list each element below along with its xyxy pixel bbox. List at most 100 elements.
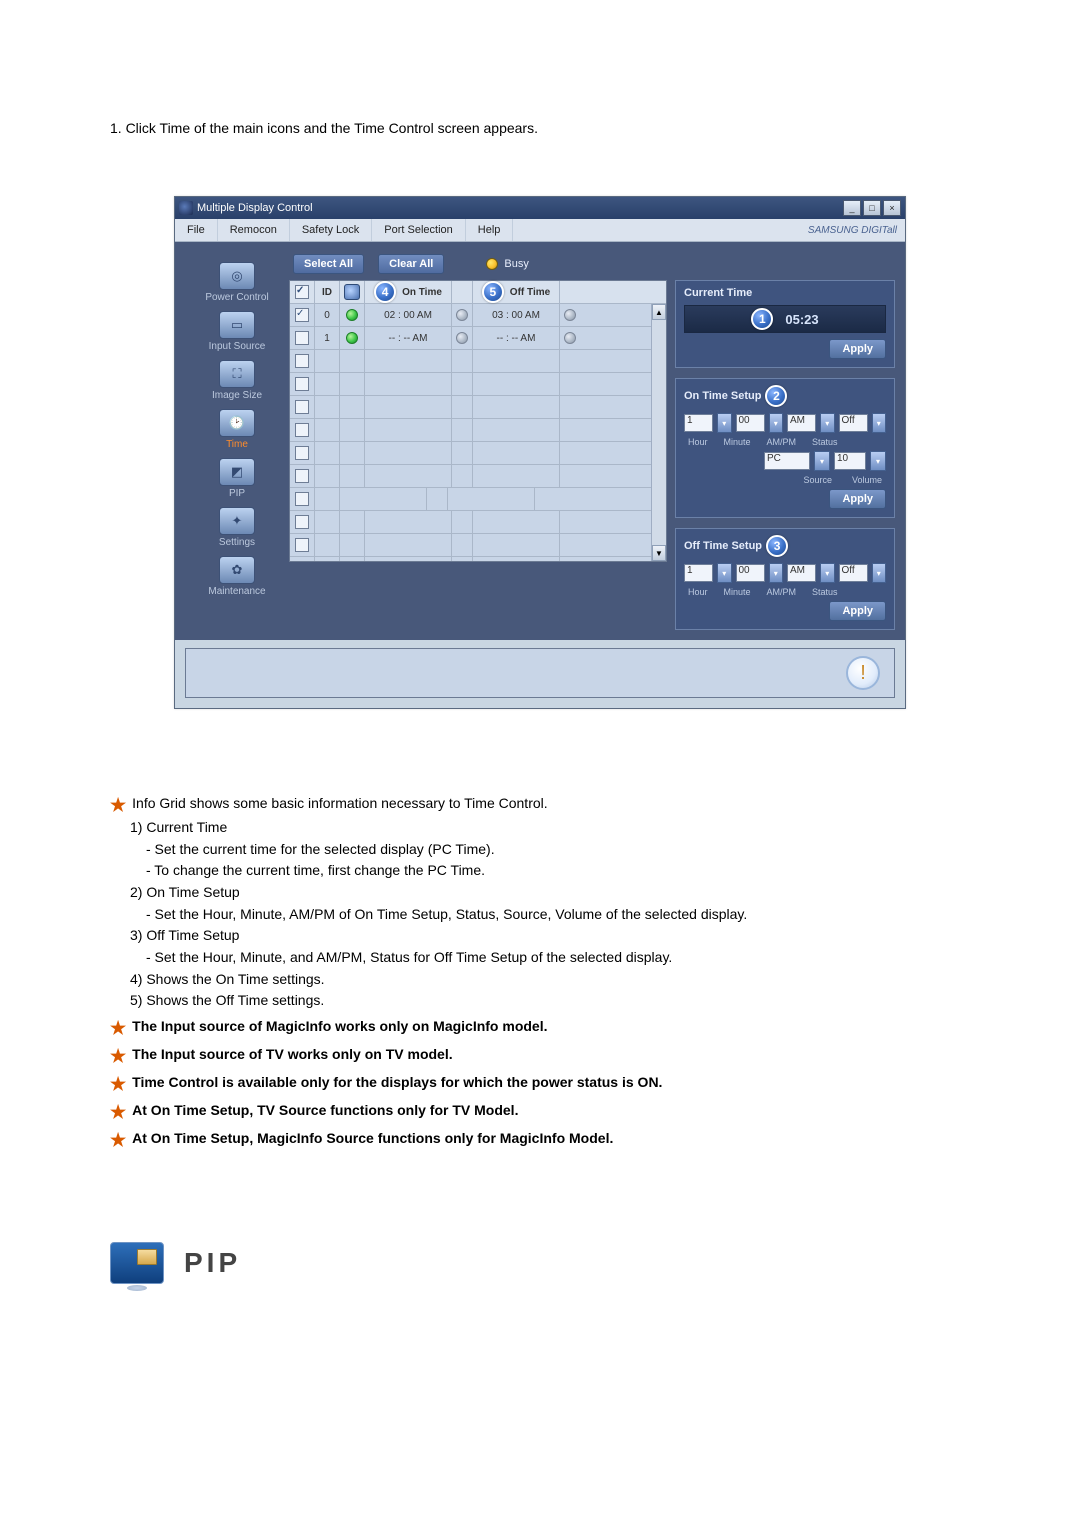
apply-off-time-button[interactable]: Apply bbox=[829, 601, 886, 621]
off-time-status-input[interactable]: Off bbox=[839, 564, 868, 582]
note-magicinfo-source: The Input source of MagicInfo works only… bbox=[132, 1018, 547, 1034]
dropdown-icon[interactable]: ▾ bbox=[769, 563, 783, 583]
star-icon: ★ bbox=[110, 1099, 126, 1127]
ampm-label: AM/PM bbox=[767, 587, 797, 597]
sidebar-item-maintenance[interactable]: ✿ Maintenance bbox=[187, 552, 287, 599]
sidebar-item-image-size[interactable]: ⛶ Image Size bbox=[187, 356, 287, 403]
menu-safety-lock[interactable]: Safety Lock bbox=[290, 219, 372, 241]
dropdown-icon[interactable]: ▾ bbox=[769, 413, 783, 433]
power-status-header-icon bbox=[344, 284, 360, 300]
notes-section: ★ Info Grid shows some basic information … bbox=[110, 789, 970, 1152]
apply-current-time-button[interactable]: Apply bbox=[829, 339, 886, 359]
row-checkbox[interactable] bbox=[295, 446, 309, 460]
table-row bbox=[290, 419, 666, 442]
select-all-button[interactable]: Select All bbox=[293, 254, 364, 274]
hour-label: Hour bbox=[688, 587, 708, 597]
table-row bbox=[290, 534, 666, 557]
scroll-down-icon[interactable]: ▼ bbox=[652, 545, 666, 561]
row-checkbox[interactable] bbox=[295, 331, 309, 345]
maintenance-icon: ✿ bbox=[219, 556, 255, 584]
close-button[interactable]: × bbox=[883, 200, 901, 216]
on-time-status-input[interactable]: Off bbox=[839, 414, 868, 432]
table-row bbox=[290, 557, 666, 561]
on-time-hour-input[interactable]: 1 bbox=[684, 414, 713, 432]
app-window: Multiple Display Control _ □ × File Remo… bbox=[174, 196, 906, 709]
note-tv-source: The Input source of TV works only on TV … bbox=[132, 1046, 452, 1062]
dropdown-icon[interactable]: ▾ bbox=[872, 413, 886, 433]
row-checkbox[interactable] bbox=[295, 492, 309, 506]
note-on-time-a: - Set the Hour, Minute, AM/PM of On Time… bbox=[146, 904, 970, 926]
dropdown-icon[interactable]: ▾ bbox=[820, 413, 834, 433]
on-time-title: On Time Setup bbox=[684, 390, 761, 402]
apply-on-time-button[interactable]: Apply bbox=[829, 489, 886, 509]
menu-file[interactable]: File bbox=[175, 219, 218, 241]
row-checkbox[interactable] bbox=[295, 308, 309, 322]
row-id: 0 bbox=[315, 304, 340, 326]
row-ontime: 02 : 00 AM bbox=[365, 304, 452, 326]
row-checkbox[interactable] bbox=[295, 354, 309, 368]
off-time-hour-input[interactable]: 1 bbox=[684, 564, 713, 582]
star-icon: ★ bbox=[110, 1015, 126, 1043]
hour-label: Hour bbox=[688, 437, 708, 447]
menu-help[interactable]: Help bbox=[466, 219, 514, 241]
row-checkbox[interactable] bbox=[295, 400, 309, 414]
sidebar-item-input-source[interactable]: ▭ Input Source bbox=[187, 307, 287, 354]
star-icon: ★ bbox=[110, 1043, 126, 1071]
status-led-icon bbox=[346, 309, 358, 321]
maximize-button[interactable]: □ bbox=[863, 200, 881, 216]
titlebar: Multiple Display Control _ □ × bbox=[175, 197, 905, 219]
note-off-time-setup: 3) Off Time Setup bbox=[130, 925, 970, 947]
on-time-volume-input[interactable]: 10 bbox=[834, 452, 866, 470]
ontime-status-icon bbox=[456, 332, 468, 344]
dropdown-icon[interactable]: ▾ bbox=[872, 563, 886, 583]
note-info-grid: Info Grid shows some basic information n… bbox=[132, 795, 548, 811]
dropdown-icon[interactable]: ▾ bbox=[717, 563, 731, 583]
dropdown-icon[interactable]: ▾ bbox=[814, 451, 830, 471]
table-row bbox=[290, 373, 666, 396]
row-checkbox[interactable] bbox=[295, 377, 309, 391]
current-time-value: 05:23 bbox=[785, 312, 818, 327]
table-row[interactable]: 1 -- : -- AM -- : -- AM bbox=[290, 327, 666, 350]
column-header-id: ID bbox=[315, 281, 340, 303]
status-bar: ! bbox=[185, 648, 895, 698]
dropdown-icon[interactable]: ▾ bbox=[870, 451, 886, 471]
table-row bbox=[290, 465, 666, 488]
on-time-source-input[interactable]: PC bbox=[764, 452, 810, 470]
sidebar-item-label: Maintenance bbox=[208, 586, 265, 597]
sidebar-item-label: Time bbox=[226, 439, 248, 450]
sidebar-item-settings[interactable]: ✦ Settings bbox=[187, 503, 287, 550]
sidebar-item-time[interactable]: 🕑 Time bbox=[187, 405, 287, 452]
row-checkbox[interactable] bbox=[295, 469, 309, 483]
dropdown-icon[interactable]: ▾ bbox=[717, 413, 731, 433]
busy-label: Busy bbox=[504, 258, 528, 270]
table-row[interactable]: 0 02 : 00 AM 03 : 00 AM bbox=[290, 304, 666, 327]
row-checkbox[interactable] bbox=[295, 538, 309, 552]
menu-remocon[interactable]: Remocon bbox=[218, 219, 290, 241]
minimize-button[interactable]: _ bbox=[843, 200, 861, 216]
scroll-up-icon[interactable]: ▲ bbox=[652, 304, 666, 320]
off-time-minute-input[interactable]: 00 bbox=[736, 564, 765, 582]
select-all-checkbox[interactable] bbox=[295, 285, 309, 299]
dropdown-icon[interactable]: ▾ bbox=[820, 563, 834, 583]
window-title: Multiple Display Control bbox=[197, 202, 313, 214]
sidebar-item-pip[interactable]: ◩ PIP bbox=[187, 454, 287, 501]
sidebar: ◎ Power Control ▭ Input Source ⛶ Image S… bbox=[185, 252, 289, 630]
row-checkbox[interactable] bbox=[295, 423, 309, 437]
row-checkbox[interactable] bbox=[295, 515, 309, 529]
grid-scrollbar[interactable]: ▲ ▼ bbox=[651, 304, 666, 561]
ontime-status-icon bbox=[456, 309, 468, 321]
alert-icon: ! bbox=[846, 656, 880, 690]
on-time-ampm-input[interactable]: AM bbox=[787, 414, 816, 432]
callout-badge-5: 5 bbox=[482, 281, 504, 303]
sidebar-item-power-control[interactable]: ◎ Power Control bbox=[187, 258, 287, 305]
on-time-minute-input[interactable]: 00 bbox=[736, 414, 765, 432]
table-row bbox=[290, 396, 666, 419]
column-header-on-time: 4 On Time bbox=[365, 281, 452, 303]
note-current-time-b: - To change the current time, first chan… bbox=[146, 860, 970, 882]
settings-icon: ✦ bbox=[219, 507, 255, 535]
menu-port-selection[interactable]: Port Selection bbox=[372, 219, 465, 241]
minute-label: Minute bbox=[724, 437, 751, 447]
row-offtime: 03 : 00 AM bbox=[473, 304, 560, 326]
off-time-ampm-input[interactable]: AM bbox=[787, 564, 816, 582]
clear-all-button[interactable]: Clear All bbox=[378, 254, 444, 274]
